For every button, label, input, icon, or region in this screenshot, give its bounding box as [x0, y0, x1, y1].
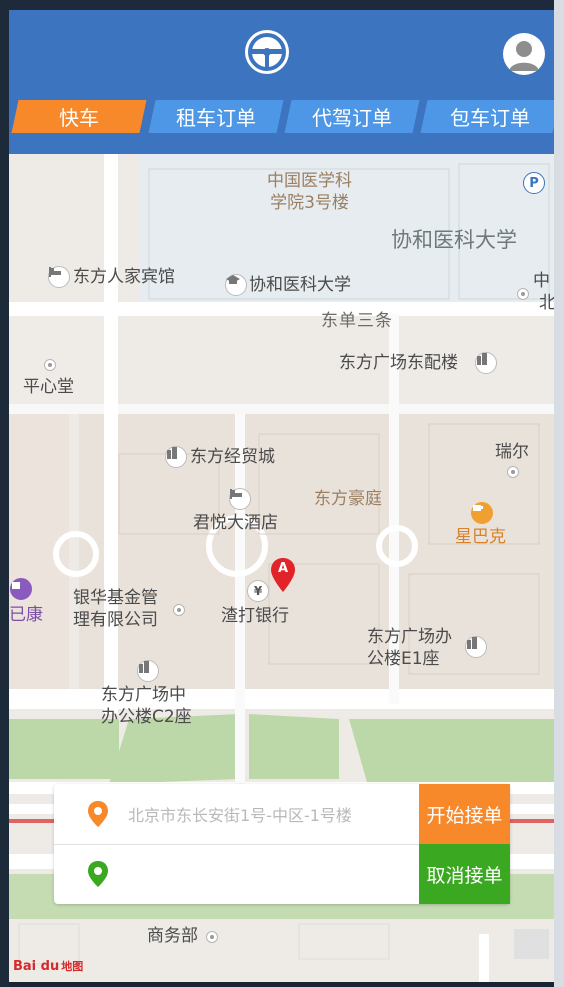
poi-dot	[206, 931, 218, 943]
poi-dongfang-guesthouse: 东方人家宾馆	[73, 267, 175, 287]
poi-dongfang-office-e1: 东方广场办 公楼E1座	[367, 627, 452, 669]
hotel-icon	[48, 266, 70, 288]
end-address-row: 取消接单	[54, 844, 510, 904]
desktop-left-strip	[0, 0, 9, 987]
shop-icon	[10, 578, 32, 600]
poi-partial-right-2: 北	[539, 293, 554, 313]
coffee-icon	[471, 502, 493, 524]
order-tabs: 快车 租车订单 代驾订单 包车订单	[9, 100, 554, 134]
poi-academy: 中国医学科 学院3号楼	[267, 171, 352, 213]
hotel-icon	[229, 488, 251, 510]
poi-dongfang-trade-city: 东方经贸城	[190, 447, 275, 467]
poi-dot	[173, 604, 185, 616]
building-icon	[165, 446, 187, 468]
tab-rental-orders[interactable]: 租车订单	[148, 100, 284, 133]
driver-app-window: P 中国医学科 学院3号楼 协和医科大学 东方人家宾馆 协和医科大学 中 北 东…	[9, 10, 554, 982]
steering-wheel-icon	[245, 30, 289, 74]
start-accepting-button[interactable]: 开始接单	[419, 784, 510, 844]
poi-university: 协和医科大学	[249, 275, 351, 295]
poi-commerce-ministry: 商务部	[147, 926, 198, 946]
end-address-input[interactable]	[126, 858, 420, 892]
order-panel: 开始接单 取消接单	[54, 784, 510, 904]
poi-partial-right: 中	[533, 271, 550, 291]
poi-university-large: 协和医科大学	[391, 228, 517, 252]
poi-standard-chartered: 渣打银行	[221, 606, 289, 626]
tab-charter-orders[interactable]: 包车订单	[420, 100, 554, 133]
poi-partial-left: 已康	[9, 605, 43, 625]
poi-yinhua-fund: 银华基金管 理有限公司	[73, 588, 158, 630]
user-avatar[interactable]	[503, 33, 545, 75]
poi-grand-hyatt: 君悦大酒店	[193, 513, 278, 533]
poi-starbucks: 星巴克	[455, 527, 506, 547]
poi-dongfang-haoting: 东方豪庭	[314, 489, 382, 509]
parking-icon: P	[523, 172, 545, 194]
baidu-map-label: 地图	[61, 960, 84, 973]
school-icon	[225, 274, 247, 296]
building-icon	[475, 352, 497, 374]
building-icon	[465, 636, 487, 658]
start-location-pin-icon	[88, 801, 108, 827]
poi-dot	[517, 288, 529, 300]
building-icon	[137, 660, 159, 682]
poi-dot	[507, 466, 519, 478]
poi-pingxintang: 平心堂	[23, 377, 74, 397]
desktop-right-strip	[554, 0, 564, 987]
app-header: 快车 租车订单 代驾订单 包车订单	[9, 10, 554, 154]
poi-ruier: 瑞尔	[495, 442, 529, 462]
tab-express[interactable]: 快车	[11, 100, 147, 133]
baidu-map-logo: Bai du 地图	[13, 958, 83, 974]
baidu-brand: Bai du	[13, 958, 60, 974]
poi-dongfang-plaza-east: 东方广场东配楼	[339, 353, 458, 373]
poi-dot	[44, 359, 56, 371]
bank-icon: ¥	[247, 580, 269, 602]
start-address-input[interactable]	[126, 798, 420, 832]
user-icon	[509, 41, 539, 71]
desktop-top-strip	[0, 0, 564, 10]
poi-dongfang-office-c2: 东方广场中 办公楼C2座	[101, 685, 192, 727]
location-marker[interactable]: A	[271, 558, 295, 592]
tab-chauffeur-orders[interactable]: 代驾订单	[284, 100, 420, 133]
end-location-pin-icon	[88, 861, 108, 887]
marker-label: A	[277, 561, 289, 576]
street-dongdan-santiao: 东单三条	[321, 311, 393, 331]
start-address-row: 开始接单	[54, 784, 510, 845]
cancel-accepting-button[interactable]: 取消接单	[419, 844, 510, 904]
